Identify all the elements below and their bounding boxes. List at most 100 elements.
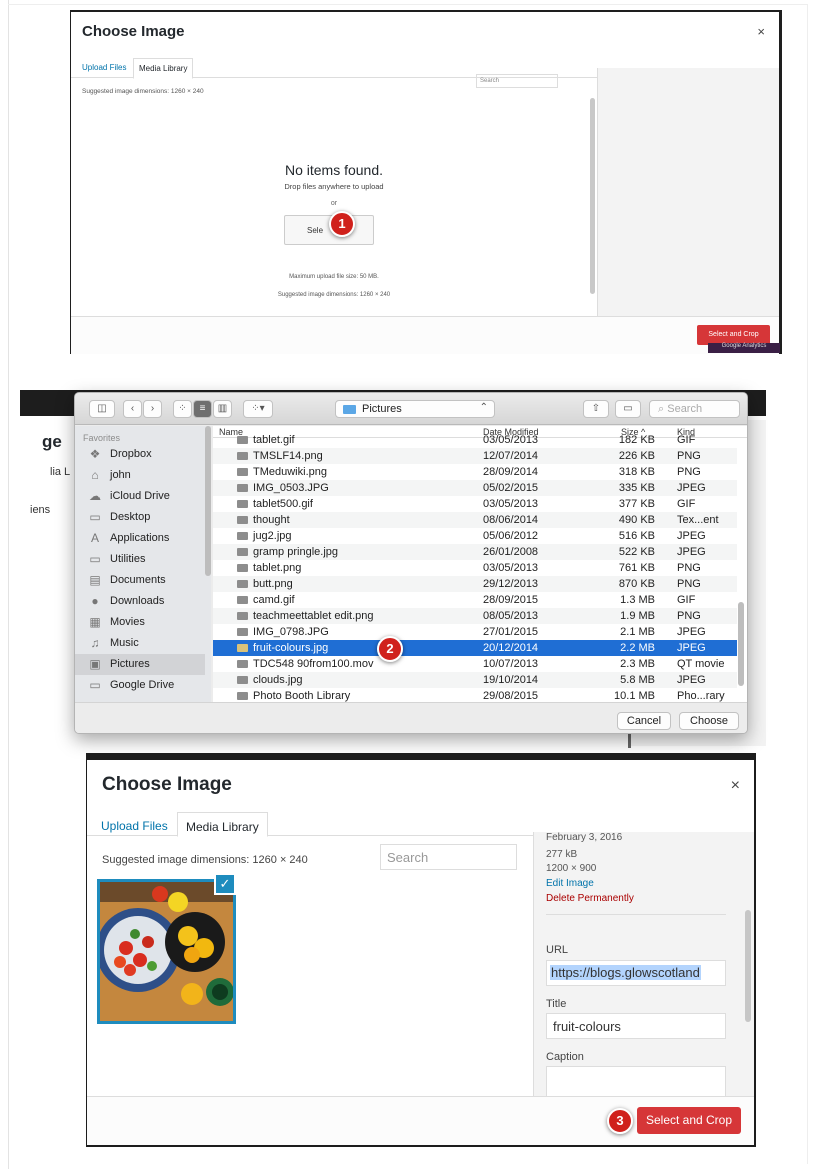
choose-button[interactable]: Choose <box>679 712 739 730</box>
sidebar-item[interactable]: ☁ iCloud Drive <box>75 486 205 507</box>
step1-screenshot: Choose Image × Upload Files Media Librar… <box>70 10 782 354</box>
sidebar-item[interactable]: A Applications <box>75 528 205 549</box>
forward-icon[interactable]: › <box>143 400 162 418</box>
file-row[interactable]: camd.gif 28/09/2015 1.3 MB GIF <box>213 592 737 608</box>
file-row[interactable]: TDC548 90from100.mov 10/07/2013 2.3 MB QT m… <box>213 656 737 672</box>
cancel-button[interactable]: Cancel <box>617 712 671 730</box>
background-heading-fragment: ge <box>42 432 62 451</box>
arrange-icon[interactable]: ⁘▾ <box>243 400 273 418</box>
drop-files-text: Drop files anywhere to upload <box>284 182 384 191</box>
file-row[interactable]: IMG_0798.JPG 27/01/2015 2.1 MB JPEG <box>213 624 737 640</box>
or-text: or <box>330 200 338 207</box>
file-icon <box>237 452 248 460</box>
location-popup[interactable]: Pictures ⌃ <box>335 400 495 418</box>
file-row[interactable]: butt.png 29/12/2013 870 KB PNG <box>213 576 737 592</box>
close-icon[interactable]: × <box>731 777 740 795</box>
file-kind: JPEG <box>677 642 706 654</box>
sidebar-toggle-icon[interactable]: ◫ <box>89 400 115 418</box>
list-view-icon[interactable]: ≡ <box>193 400 212 418</box>
search-input[interactable]: Search <box>476 74 558 88</box>
divider <box>546 914 726 915</box>
checkmark-icon[interactable]: ✓ <box>214 873 236 895</box>
file-size: 870 KB <box>618 578 655 590</box>
file-name: tablet500.gif <box>253 498 313 510</box>
sidebar-item-label: Utilities <box>110 553 146 565</box>
sidebar-item[interactable]: ▭ Utilities <box>75 549 205 570</box>
column-view-icon[interactable]: ▥ <box>213 400 232 418</box>
file-icon <box>237 436 248 444</box>
file-date: 26/01/2008 <box>483 546 539 558</box>
file-date: 12/07/2014 <box>483 450 539 462</box>
file-row[interactable]: TMSLF14.png 12/07/2014 226 KB PNG <box>213 448 737 464</box>
pictures-icon: ▣ <box>89 657 101 671</box>
delete-permanently-link[interactable]: Delete Permanently <box>546 893 634 904</box>
file-row[interactable]: tablet500.gif 03/05/2013 377 KB GIF <box>213 496 737 512</box>
select-files-label: Sele <box>307 226 324 235</box>
edit-image-link[interactable]: Edit Image <box>546 878 594 889</box>
file-row[interactable]: Photo Booth Library 29/08/2015 10.1 MB Pho.… <box>213 688 737 702</box>
file-row[interactable]: thought 08/06/2014 490 KB Tex...ent <box>213 512 737 528</box>
page-top-border <box>8 4 808 5</box>
back-icon[interactable]: ‹ <box>123 400 142 418</box>
url-field[interactable]: https://blogs.glowscotland <box>546 960 726 986</box>
file-icon <box>237 580 248 588</box>
url-label: URL <box>546 944 569 956</box>
sidebar-item[interactable]: ▭ Desktop <box>75 507 205 528</box>
share-icon[interactable]: ⇧ <box>583 400 609 418</box>
close-icon[interactable]: × <box>757 24 765 39</box>
tab-upload-files[interactable]: Upload Files <box>93 812 176 840</box>
choose-image-modal: Choose Image × Upload Files Media Librar… <box>87 760 754 1145</box>
file-row[interactable]: tablet.png 03/05/2013 761 KB PNG <box>213 560 737 576</box>
sidebar-item[interactable]: ♫ Music <box>75 633 205 654</box>
background-text-fragment: lia L <box>50 466 71 478</box>
file-icon <box>237 676 248 684</box>
magnifier-icon: ⌕ <box>658 403 665 415</box>
sidebar-scrollbar[interactable] <box>745 910 751 1022</box>
sidebar-item-label: Desktop <box>110 511 151 523</box>
sidebar-item-label: Music <box>110 637 139 649</box>
tab-media-library[interactable]: Media Library <box>133 58 194 79</box>
finder-sidebar: Favorites ❖ Dropbox ⌂ john ☁ iCloud Drive ▭ Des… <box>75 426 211 702</box>
icon-view-icon[interactable]: ⁘ <box>173 400 192 418</box>
file-size: 761 KB <box>618 562 655 574</box>
search-field[interactable]: ⌕ Search <box>649 400 740 418</box>
sidebar-item[interactable]: ❖ Dropbox <box>75 444 205 465</box>
tooltip: Google Analytics <box>708 343 780 353</box>
caption-field[interactable] <box>546 1066 726 1096</box>
search-input[interactable]: Search <box>380 844 517 870</box>
file-date: 03/05/2013 <box>483 562 539 574</box>
sidebar-item[interactable]: ⌂ john <box>75 465 205 486</box>
sidebar-item[interactable]: ● Downloads <box>75 591 205 612</box>
sidebar-item[interactable]: ▦ Movies <box>75 612 205 633</box>
file-row[interactable]: TMeduwiki.png 28/09/2014 318 KB PNG <box>213 464 737 480</box>
file-row[interactable]: clouds.jpg 19/10/2014 5.8 MB JPEG <box>213 672 737 688</box>
sidebar-scrollbar[interactable] <box>205 426 211 576</box>
file-kind: GIF <box>677 594 696 606</box>
sidebar-item[interactable]: ▣ Pictures <box>75 654 205 675</box>
select-and-crop-button[interactable]: Select and Crop <box>637 1107 741 1134</box>
file-list-scrollbar[interactable] <box>738 602 744 686</box>
search-placeholder: Search <box>667 403 703 415</box>
file-icon <box>237 516 248 524</box>
file-row[interactable]: teachmeettablet edit.png 08/05/2013 1.9 MB… <box>213 608 737 624</box>
sidebar-item[interactable]: ▤ Documents <box>75 570 205 591</box>
select-and-crop-button[interactable]: Select and Crop <box>697 325 770 345</box>
file-row[interactable]: gramp pringle.jpg 26/01/2008 522 KB JPEG <box>213 544 737 560</box>
file-row[interactable]: IMG_0503.JPG 05/02/2015 335 KB JPEG <box>213 480 737 496</box>
file-row[interactable]: fruit-colours.jpg 20/12/2014 2.2 MB JPEG <box>213 640 737 656</box>
file-name: clouds.jpg <box>253 674 303 686</box>
scrollbar[interactable] <box>590 98 595 294</box>
tag-icon[interactable]: ▭ <box>615 400 641 418</box>
sidebar-item[interactable]: ▭ Google Drive <box>75 675 205 696</box>
file-row[interactable]: jug2.jpg 05/06/2012 516 KB JPEG <box>213 528 737 544</box>
file-kind: JPEG <box>677 482 706 494</box>
documents-icon: ▤ <box>89 573 101 587</box>
attachment-thumbnail[interactable] <box>97 879 236 1024</box>
page-left-border <box>8 0 9 1169</box>
file-date: 08/05/2013 <box>483 610 539 622</box>
tab-media-library[interactable]: Media Library <box>177 812 268 837</box>
file-row[interactable]: tablet.gif 03/05/2013 182 KB GIF <box>213 432 737 448</box>
tab-upload-files[interactable]: Upload Files <box>77 58 131 77</box>
file-size: 5.8 MB <box>620 674 655 686</box>
title-field[interactable]: fruit-colours <box>546 1013 726 1039</box>
